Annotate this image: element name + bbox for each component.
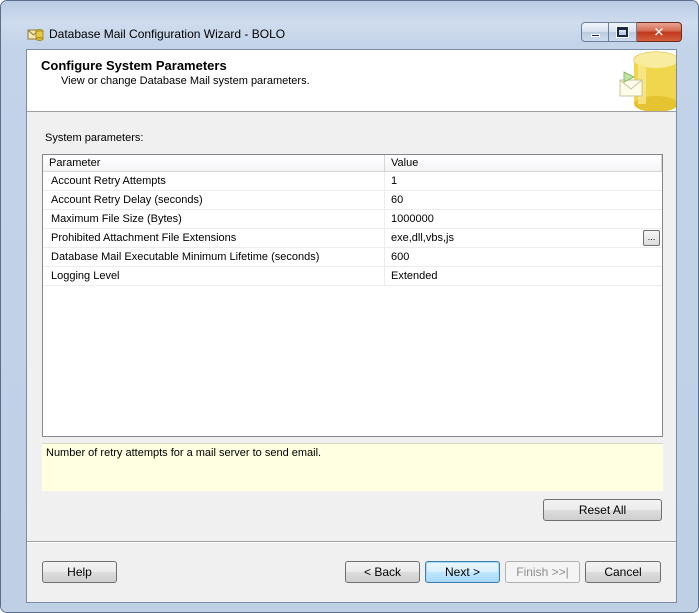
table-row[interactable]: Database Mail Executable Minimum Lifetim…	[43, 248, 662, 267]
reset-all-button[interactable]: Reset All	[543, 499, 662, 521]
value-cell[interactable]: 1000000	[385, 210, 662, 228]
close-button[interactable]: ✕	[637, 22, 682, 42]
system-parameters-grid[interactable]: Parameter Value Account Retry Attempts 1…	[42, 154, 663, 437]
parameter-description: Number of retry attempts for a mail serv…	[46, 447, 322, 459]
cancel-button[interactable]: Cancel	[585, 561, 661, 583]
maximize-icon	[616, 26, 629, 38]
wizard-header: Configure System Parameters View or chan…	[27, 50, 679, 112]
title-bar[interactable]: Database Mail Configuration Wizard - BOL…	[1, 1, 698, 49]
parameter-description-panel: Number of retry attempts for a mail serv…	[42, 443, 663, 491]
parameter-cell: Logging Level	[43, 267, 385, 285]
table-row[interactable]: Maximum File Size (Bytes) 1000000	[43, 210, 662, 229]
footer-separator	[27, 541, 676, 543]
caption-buttons: ✕	[581, 22, 682, 42]
table-row[interactable]: Prohibited Attachment File Extensions ex…	[43, 229, 662, 248]
wizard-client-area: Configure System Parameters View or chan…	[26, 49, 679, 603]
parameter-cell: Account Retry Delay (seconds)	[43, 191, 385, 209]
column-header-value[interactable]: Value	[385, 155, 662, 171]
parameter-cell: Database Mail Executable Minimum Lifetim…	[43, 248, 385, 266]
value-cell[interactable]: 600	[385, 248, 662, 266]
table-row[interactable]: Account Retry Delay (seconds) 60	[43, 191, 662, 210]
column-header-parameter[interactable]: Parameter	[43, 155, 385, 171]
page-title: Configure System Parameters	[41, 58, 227, 73]
wizard-window: Database Mail Configuration Wizard - BOL…	[0, 0, 699, 613]
database-mail-icon	[27, 26, 44, 43]
help-button[interactable]: Help	[42, 561, 117, 583]
edit-extensions-ellipsis-button[interactable]: ...	[643, 230, 660, 246]
parameter-cell: Maximum File Size (Bytes)	[43, 210, 385, 228]
maximize-button[interactable]	[609, 22, 637, 42]
parameter-cell: Account Retry Attempts	[43, 172, 385, 190]
value-cell[interactable]: 60	[385, 191, 662, 209]
value-cell[interactable]: Extended	[385, 267, 662, 285]
value-cell[interactable]: 1	[385, 172, 662, 190]
window-title: Database Mail Configuration Wizard - BOL…	[49, 27, 286, 41]
grid-header: Parameter Value	[43, 155, 662, 172]
system-parameters-label: System parameters:	[45, 132, 144, 144]
minimize-icon	[591, 34, 600, 37]
parameter-cell: Prohibited Attachment File Extensions	[43, 229, 385, 247]
page-subtitle: View or change Database Mail system para…	[61, 75, 310, 87]
table-row[interactable]: Account Retry Attempts 1	[43, 172, 662, 191]
next-button[interactable]: Next >	[425, 561, 500, 583]
table-row[interactable]: Logging Level Extended	[43, 267, 662, 286]
finish-button[interactable]: Finish >>|	[505, 561, 580, 583]
minimize-button[interactable]	[581, 22, 609, 42]
database-banner-icon	[618, 50, 679, 112]
back-button[interactable]: < Back	[345, 561, 420, 583]
value-cell[interactable]: exe,dll,vbs,js	[385, 229, 662, 247]
close-icon: ✕	[653, 24, 665, 40]
